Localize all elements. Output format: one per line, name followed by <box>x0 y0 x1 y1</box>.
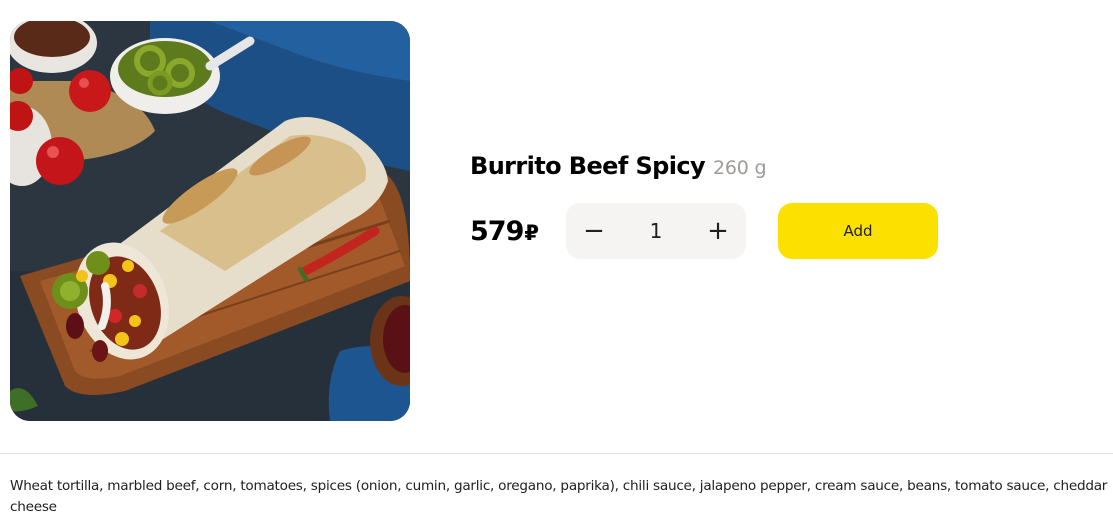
product-card: Burrito Beef Spicy 260 g 579 ₽ − 1 + Add <box>0 0 1113 454</box>
product-name: Burrito Beef Spicy <box>470 152 706 180</box>
product-info: Burrito Beef Spicy 260 g 579 ₽ − 1 + Add <box>470 152 1110 259</box>
increment-button[interactable]: + <box>701 214 735 248</box>
quantity-value: 1 <box>649 219 663 243</box>
quantity-stepper: − 1 + <box>566 203 746 259</box>
buy-row: 579 ₽ − 1 + Add <box>470 203 1110 259</box>
add-button[interactable]: Add <box>778 203 938 259</box>
product-price: 579 ₽ <box>470 216 566 247</box>
decrement-button[interactable]: − <box>577 214 611 248</box>
divider <box>0 453 1113 454</box>
price-value: 579 <box>470 215 524 247</box>
title-row: Burrito Beef Spicy 260 g <box>470 152 1110 192</box>
product-photo <box>10 21 410 421</box>
currency-symbol: ₽ <box>524 220 539 245</box>
product-weight: 260 g <box>713 157 767 179</box>
product-description: Wheat tortilla, marbled beef, corn, toma… <box>10 478 1108 515</box>
